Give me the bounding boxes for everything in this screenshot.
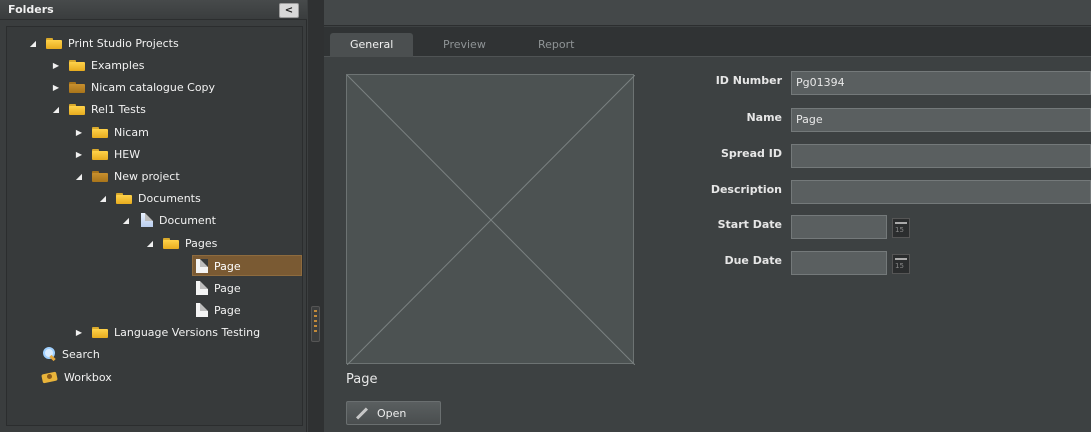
pencil-icon xyxy=(355,406,369,420)
collapse-arrow-icon[interactable]: ◢ xyxy=(98,194,108,203)
name-label: Name xyxy=(746,111,782,124)
folder-icon xyxy=(163,237,179,249)
folder-icon xyxy=(92,126,108,138)
folders-title: Folders xyxy=(8,3,54,16)
calendar-day-label: 15 xyxy=(895,262,904,270)
tree-item-hew[interactable]: ▶ HEW xyxy=(74,144,140,164)
folder-brown-icon xyxy=(69,81,85,93)
expand-arrow-icon[interactable]: ▶ xyxy=(51,61,61,70)
tree-item-documents[interactable]: ◢ Documents xyxy=(98,188,201,208)
tree-item-workbox[interactable]: Workbox xyxy=(42,367,112,387)
collapse-arrow-icon[interactable]: ◢ xyxy=(121,216,131,225)
page-icon xyxy=(196,303,208,317)
open-button-label: Open xyxy=(377,406,407,420)
tree-item-print-studio-projects[interactable]: ◢ Print Studio Projects xyxy=(28,33,179,53)
tree-item-label: Nicam xyxy=(114,125,149,139)
tree-item-label: Page xyxy=(214,281,241,295)
expand-arrow-icon[interactable]: ▶ xyxy=(74,328,84,337)
tab-bar: General Preview Report xyxy=(324,27,1091,57)
document-icon xyxy=(141,213,153,227)
calendar-day-label: 15 xyxy=(895,226,904,234)
search-icon xyxy=(42,347,56,361)
tree-item-label: HEW xyxy=(114,147,141,161)
tab-preview[interactable]: Preview xyxy=(423,33,506,57)
tree-item-label: New project xyxy=(114,169,180,183)
top-toolbar xyxy=(324,0,1091,26)
tree-item-examples[interactable]: ▶ Examples xyxy=(51,55,145,75)
id-number-field[interactable]: Pg01394 xyxy=(791,71,1091,95)
name-field[interactable]: Page xyxy=(791,108,1091,132)
tree-item-label: Document xyxy=(159,213,216,227)
start-date-calendar-icon[interactable]: 15 xyxy=(892,218,910,238)
open-button[interactable]: Open xyxy=(346,401,441,425)
expand-arrow-icon[interactable]: ▶ xyxy=(74,128,84,137)
folders-header: Folders < xyxy=(0,0,307,20)
tree-item-label: Nicam catalogue Copy xyxy=(91,80,216,94)
tree-item-page[interactable]: Page xyxy=(194,278,241,298)
tree-item-label: Page xyxy=(214,259,241,273)
start-date-label: Start Date xyxy=(717,218,782,231)
folder-icon xyxy=(116,192,132,204)
tree-item-label: Search xyxy=(62,347,100,361)
placeholder-cross-icon xyxy=(347,75,635,365)
tree-item-pages[interactable]: ◢ Pages xyxy=(145,233,217,253)
tree-item-label: Page xyxy=(214,303,241,317)
tab-report[interactable]: Report xyxy=(518,33,594,57)
collapse-panel-button[interactable]: < xyxy=(279,3,299,18)
due-date-calendar-icon[interactable]: 15 xyxy=(892,254,910,274)
due-date-label: Due Date xyxy=(724,254,782,267)
tree-item-label: Rel1 Tests xyxy=(91,102,146,116)
tree-item-label: Documents xyxy=(138,191,201,205)
tree-item-label: Examples xyxy=(91,58,145,72)
folder-icon xyxy=(92,326,108,338)
id-number-label: ID Number xyxy=(715,74,782,87)
tree-item-search[interactable]: Search xyxy=(42,344,100,364)
tree-item-label: Language Versions Testing xyxy=(114,325,261,339)
tree-item-rel1-tests[interactable]: ◢ Rel1 Tests xyxy=(51,99,146,119)
workbox-icon xyxy=(42,371,58,383)
tree-item-label: Print Studio Projects xyxy=(68,36,179,50)
folder-brown-icon xyxy=(92,170,108,182)
tree-item-label: Pages xyxy=(185,236,218,250)
description-label: Description xyxy=(710,183,782,196)
folder-icon xyxy=(46,37,62,49)
tree-item-new-project[interactable]: ◢ New project xyxy=(74,166,180,186)
splitter-grip-icon[interactable] xyxy=(311,306,320,342)
due-date-field[interactable] xyxy=(791,251,887,275)
expand-arrow-icon[interactable]: ▶ xyxy=(74,150,84,159)
details-pane: General Preview Report Page Open ID Numb… xyxy=(324,0,1091,432)
collapse-arrow-icon[interactable]: ◢ xyxy=(28,39,38,48)
tree-item-label: Workbox xyxy=(64,370,112,384)
tree-item-document[interactable]: ◢ Document xyxy=(121,210,216,230)
collapse-arrow-icon[interactable]: ◢ xyxy=(145,239,155,248)
spread-id-field[interactable] xyxy=(791,144,1091,168)
expand-arrow-icon[interactable]: ▶ xyxy=(51,83,61,92)
tree-item-language-versions-testing[interactable]: ▶ Language Versions Testing xyxy=(74,322,260,342)
folder-icon xyxy=(69,59,85,71)
spread-id-label: Spread ID xyxy=(720,147,782,160)
page-thumbnail-placeholder xyxy=(346,74,635,365)
start-date-field[interactable] xyxy=(791,215,887,239)
page-caption: Page xyxy=(346,372,378,387)
app-window: Folders < ◢ Print Studio Projects ▶ Exam… xyxy=(0,0,1091,432)
panel-splitter[interactable] xyxy=(308,0,324,432)
tree-item-nicam-catalogue-copy[interactable]: ▶ Nicam catalogue Copy xyxy=(51,77,215,97)
description-field[interactable] xyxy=(791,180,1091,204)
page-icon xyxy=(196,281,208,295)
folders-panel: Folders < ◢ Print Studio Projects ▶ Exam… xyxy=(0,0,307,432)
tree-item-nicam[interactable]: ▶ Nicam xyxy=(74,122,149,142)
collapse-arrow-icon[interactable]: ◢ xyxy=(51,105,61,114)
tab-general[interactable]: General xyxy=(330,33,414,57)
page-icon xyxy=(196,259,208,273)
folder-icon xyxy=(69,103,85,115)
tree-item-page-selected[interactable]: Page xyxy=(194,256,241,276)
collapse-arrow-icon[interactable]: ◢ xyxy=(74,172,84,181)
folder-icon xyxy=(92,148,108,160)
tree-item-page[interactable]: Page xyxy=(194,300,241,320)
